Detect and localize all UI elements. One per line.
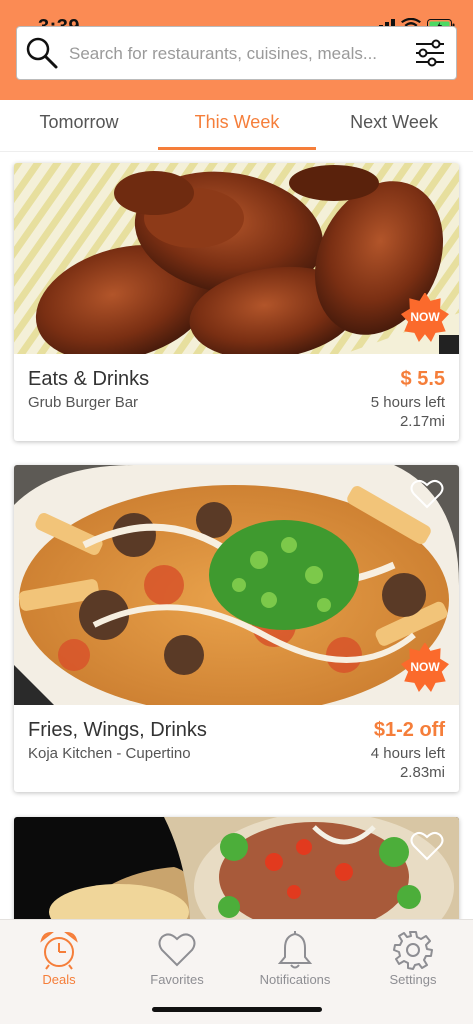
home-indicator[interactable] bbox=[152, 1007, 322, 1012]
tabbar-favorites[interactable]: Favorites bbox=[118, 930, 236, 987]
deal-restaurant: Grub Burger Bar bbox=[28, 394, 139, 411]
tacos-photo bbox=[14, 817, 459, 920]
chicken-wings-photo bbox=[14, 163, 459, 354]
deal-title: Fries, Wings, Drinks bbox=[28, 719, 207, 741]
tabbar-label: Notifications bbox=[259, 972, 331, 987]
gear-icon bbox=[393, 931, 433, 970]
deal-price: $1-2 off bbox=[373, 719, 445, 741]
tab-tomorrow[interactable]: Tomorrow bbox=[0, 112, 158, 133]
tabbar-label: Deals bbox=[42, 972, 76, 987]
deal-restaurant: Koja Kitchen - Cupertino bbox=[28, 745, 191, 762]
deal-distance: 2.83mi bbox=[399, 764, 445, 781]
favorite-heart-icon[interactable] bbox=[410, 831, 444, 861]
deal-card[interactable] bbox=[14, 817, 459, 920]
search-bar[interactable]: Search for restaurants, cuisines, meals.… bbox=[16, 26, 457, 80]
tabbar-label: Favorites bbox=[150, 972, 204, 987]
now-badge-label: NOW bbox=[410, 660, 440, 674]
tabbar-label: Settings bbox=[389, 972, 437, 987]
deal-price: $ 5.5 bbox=[400, 368, 445, 390]
heart-icon bbox=[158, 933, 196, 967]
deal-info: Eats & Drinks Grub Burger Bar $ 5.5 5 ho… bbox=[14, 354, 459, 441]
deal-time-left: 5 hours left bbox=[370, 394, 445, 411]
tabbar-deals[interactable]: Deals bbox=[0, 930, 118, 987]
deal-title: Eats & Drinks bbox=[28, 368, 150, 390]
favorite-heart-icon[interactable] bbox=[410, 479, 444, 509]
deal-card[interactable]: NOW Eats & Drinks Grub Burger Bar $ 5.5 … bbox=[14, 163, 459, 441]
search-icon[interactable] bbox=[25, 35, 59, 71]
deals-feed[interactable]: NOW Eats & Drinks Grub Burger Bar $ 5.5 … bbox=[0, 153, 473, 920]
tab-this-week[interactable]: This Week bbox=[158, 112, 316, 133]
alarm-clock-icon bbox=[40, 931, 78, 970]
loaded-fries-photo bbox=[14, 465, 459, 705]
tab-active-indicator bbox=[158, 147, 316, 150]
bell-icon bbox=[277, 931, 313, 969]
now-badge: NOW bbox=[400, 293, 450, 343]
now-badge-label: NOW bbox=[410, 310, 440, 324]
tab-next-week[interactable]: Next Week bbox=[315, 112, 473, 133]
deal-info: Fries, Wings, Drinks Koja Kitchen - Cupe… bbox=[14, 705, 459, 792]
search-input[interactable]: Search for restaurants, cuisines, meals.… bbox=[69, 44, 389, 64]
tabbar-settings[interactable]: Settings bbox=[354, 930, 472, 987]
deal-card[interactable]: NOW Fries, Wings, Drinks Koja Kitchen - … bbox=[14, 465, 459, 792]
deal-distance: 2.17mi bbox=[399, 413, 445, 430]
deal-time-left: 4 hours left bbox=[370, 745, 445, 762]
filter-sliders-icon[interactable] bbox=[414, 37, 446, 69]
now-badge: NOW bbox=[400, 643, 450, 693]
tabbar-notifications[interactable]: Notifications bbox=[236, 930, 354, 987]
week-tabs: Tomorrow This Week Next Week bbox=[0, 100, 473, 152]
app-header: 3:39 Search for restaurants, cuis bbox=[0, 0, 473, 100]
